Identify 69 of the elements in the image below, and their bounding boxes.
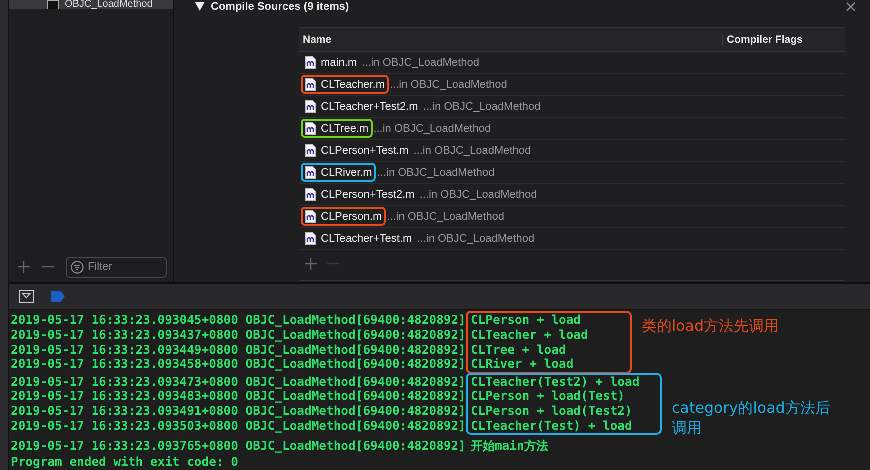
target-item[interactable]: OBJC_LoadMethod	[9, 0, 173, 9]
log-prefix: 2019-05-17 16:33:23.093483+0800 OBJC_LoadMethod[69400:4820892]	[11, 389, 466, 404]
file-row[interactable]: CLTeacher+Test2.m ...in OBJC_LoadMethod	[299, 96, 845, 118]
file-location: ...in OBJC_LoadMethod	[387, 210, 505, 222]
source-file-icon	[305, 232, 316, 245]
annotation-note: 类的load方法先调用	[642, 316, 780, 336]
file-location: ...in OBJC_LoadMethod	[423, 100, 541, 112]
file-row[interactable]: CLPerson+Test2.m ...in OBJC_LoadMethod	[299, 184, 845, 206]
file-name: CLPerson+Test.m	[321, 144, 409, 156]
file-location: ...in OBJC_LoadMethod	[417, 232, 535, 244]
file-location: ...in OBJC_LoadMethod	[390, 78, 508, 90]
column-header[interactable]: Name	[299, 34, 722, 46]
source-file-icon	[305, 188, 316, 201]
disclosure-triangle-icon[interactable]	[195, 2, 205, 11]
add-icon	[305, 258, 317, 270]
source-file-icon	[305, 78, 316, 91]
file-name: CLTree.m	[321, 122, 369, 134]
file-row[interactable]: main.m ...in OBJC_LoadMethod	[299, 52, 845, 74]
log-message: CLTree + load	[470, 342, 568, 358]
file-row[interactable]: CLTeacher.m ...in OBJC_LoadMethod	[299, 74, 845, 96]
hide-panel-icon	[19, 290, 34, 304]
file-row[interactable]: CLPerson+Test.m ...in OBJC_LoadMethod	[299, 140, 845, 162]
log-message: CLTeacher(Test2) + load	[470, 374, 641, 390]
file-name: main.m	[321, 56, 358, 68]
add-icon	[18, 261, 30, 274]
filter-field[interactable]: Filter	[66, 256, 167, 278]
log-message: CLPerson + load(Test)	[470, 389, 626, 404]
log-prefix: 2019-05-17 16:33:23.093503+0800 OBJC_LoadMethod[69400:4820892]	[11, 418, 466, 434]
file-name: CLRiver.m	[321, 166, 372, 178]
log-prefix: 2019-05-17 16:33:23.093045+0800 OBJC_LoadMethod[69400:4820892]	[11, 313, 466, 328]
log-message: CLPerson + load	[470, 313, 582, 328]
file-row[interactable]: CLRiver.m ...in OBJC_LoadMethod	[299, 162, 845, 184]
log-message: 开始main方法	[470, 438, 550, 454]
file-row[interactable]: CLPerson.m ...in OBJC_LoadMethod	[299, 206, 845, 228]
file-name: CLTeacher+Test.m	[321, 232, 412, 244]
file-row[interactable]: CLTeacher+Test.m ...in OBJC_LoadMethod	[299, 228, 845, 250]
log-prefix: 2019-05-17 16:33:23.093437+0800 OBJC_LoadMethod[69400:4820892]	[11, 328, 466, 343]
column-header[interactable]: Compiler Flags	[722, 34, 845, 46]
log-message: CLRiver + load	[470, 357, 575, 372]
file-name: CLTeacher.m	[321, 78, 385, 90]
source-file-icon	[305, 100, 316, 113]
log-prefix: 2019-05-17 16:33:23.093765+0800 OBJC_LoadMethod[69400:4820892]	[11, 438, 466, 454]
log-prefix: 2019-05-17 16:33:23.093491+0800 OBJC_LoadMethod[69400:4820892]	[11, 404, 466, 419]
exit-message: Program ended with exit code: 0	[11, 455, 240, 470]
file-name: CLTeacher+Test2.m	[321, 100, 418, 112]
log-prefix: 2019-05-17 16:33:23.093473+0800 OBJC_LoadMethod[69400:4820892]	[11, 374, 466, 390]
file-name: CLPerson+Test2.m	[321, 188, 415, 200]
log-prefix: 2019-05-17 16:33:23.093449+0800 OBJC_LoadMethod[69400:4820892]	[11, 342, 466, 358]
source-file-icon	[305, 166, 316, 179]
file-location: ...in OBJC_LoadMethod	[374, 122, 492, 134]
file-row[interactable]: CLTree.m ...in OBJC_LoadMethod	[299, 118, 845, 140]
log-message: CLTeacher + load	[470, 328, 590, 343]
file-location: ...in OBJC_LoadMethod	[414, 144, 532, 156]
log-message: CLTeacher(Test) + load	[470, 418, 634, 434]
log-prefix: 2019-05-17 16:33:23.093458+0800 OBJC_LoadMethod[69400:4820892]	[11, 357, 466, 372]
file-location: ...in OBJC_LoadMethod	[377, 166, 495, 178]
filter-icon	[71, 260, 84, 274]
section-title: Compile Sources (9 items)	[211, 0, 350, 12]
close-icon	[846, 2, 856, 12]
annotation-note: category的load方法后调用	[672, 398, 832, 438]
log-message: CLPerson + load(Test2)	[470, 404, 634, 419]
source-file-icon	[305, 144, 316, 157]
source-file-icon	[305, 56, 316, 69]
file-location: ...in OBJC_LoadMethod	[362, 56, 480, 68]
file-location: ...in OBJC_LoadMethod	[420, 188, 538, 200]
source-file-icon	[305, 122, 316, 135]
breakpoint-icon	[51, 291, 65, 302]
file-name: CLPerson.m	[321, 210, 382, 222]
source-file-icon	[305, 210, 316, 223]
